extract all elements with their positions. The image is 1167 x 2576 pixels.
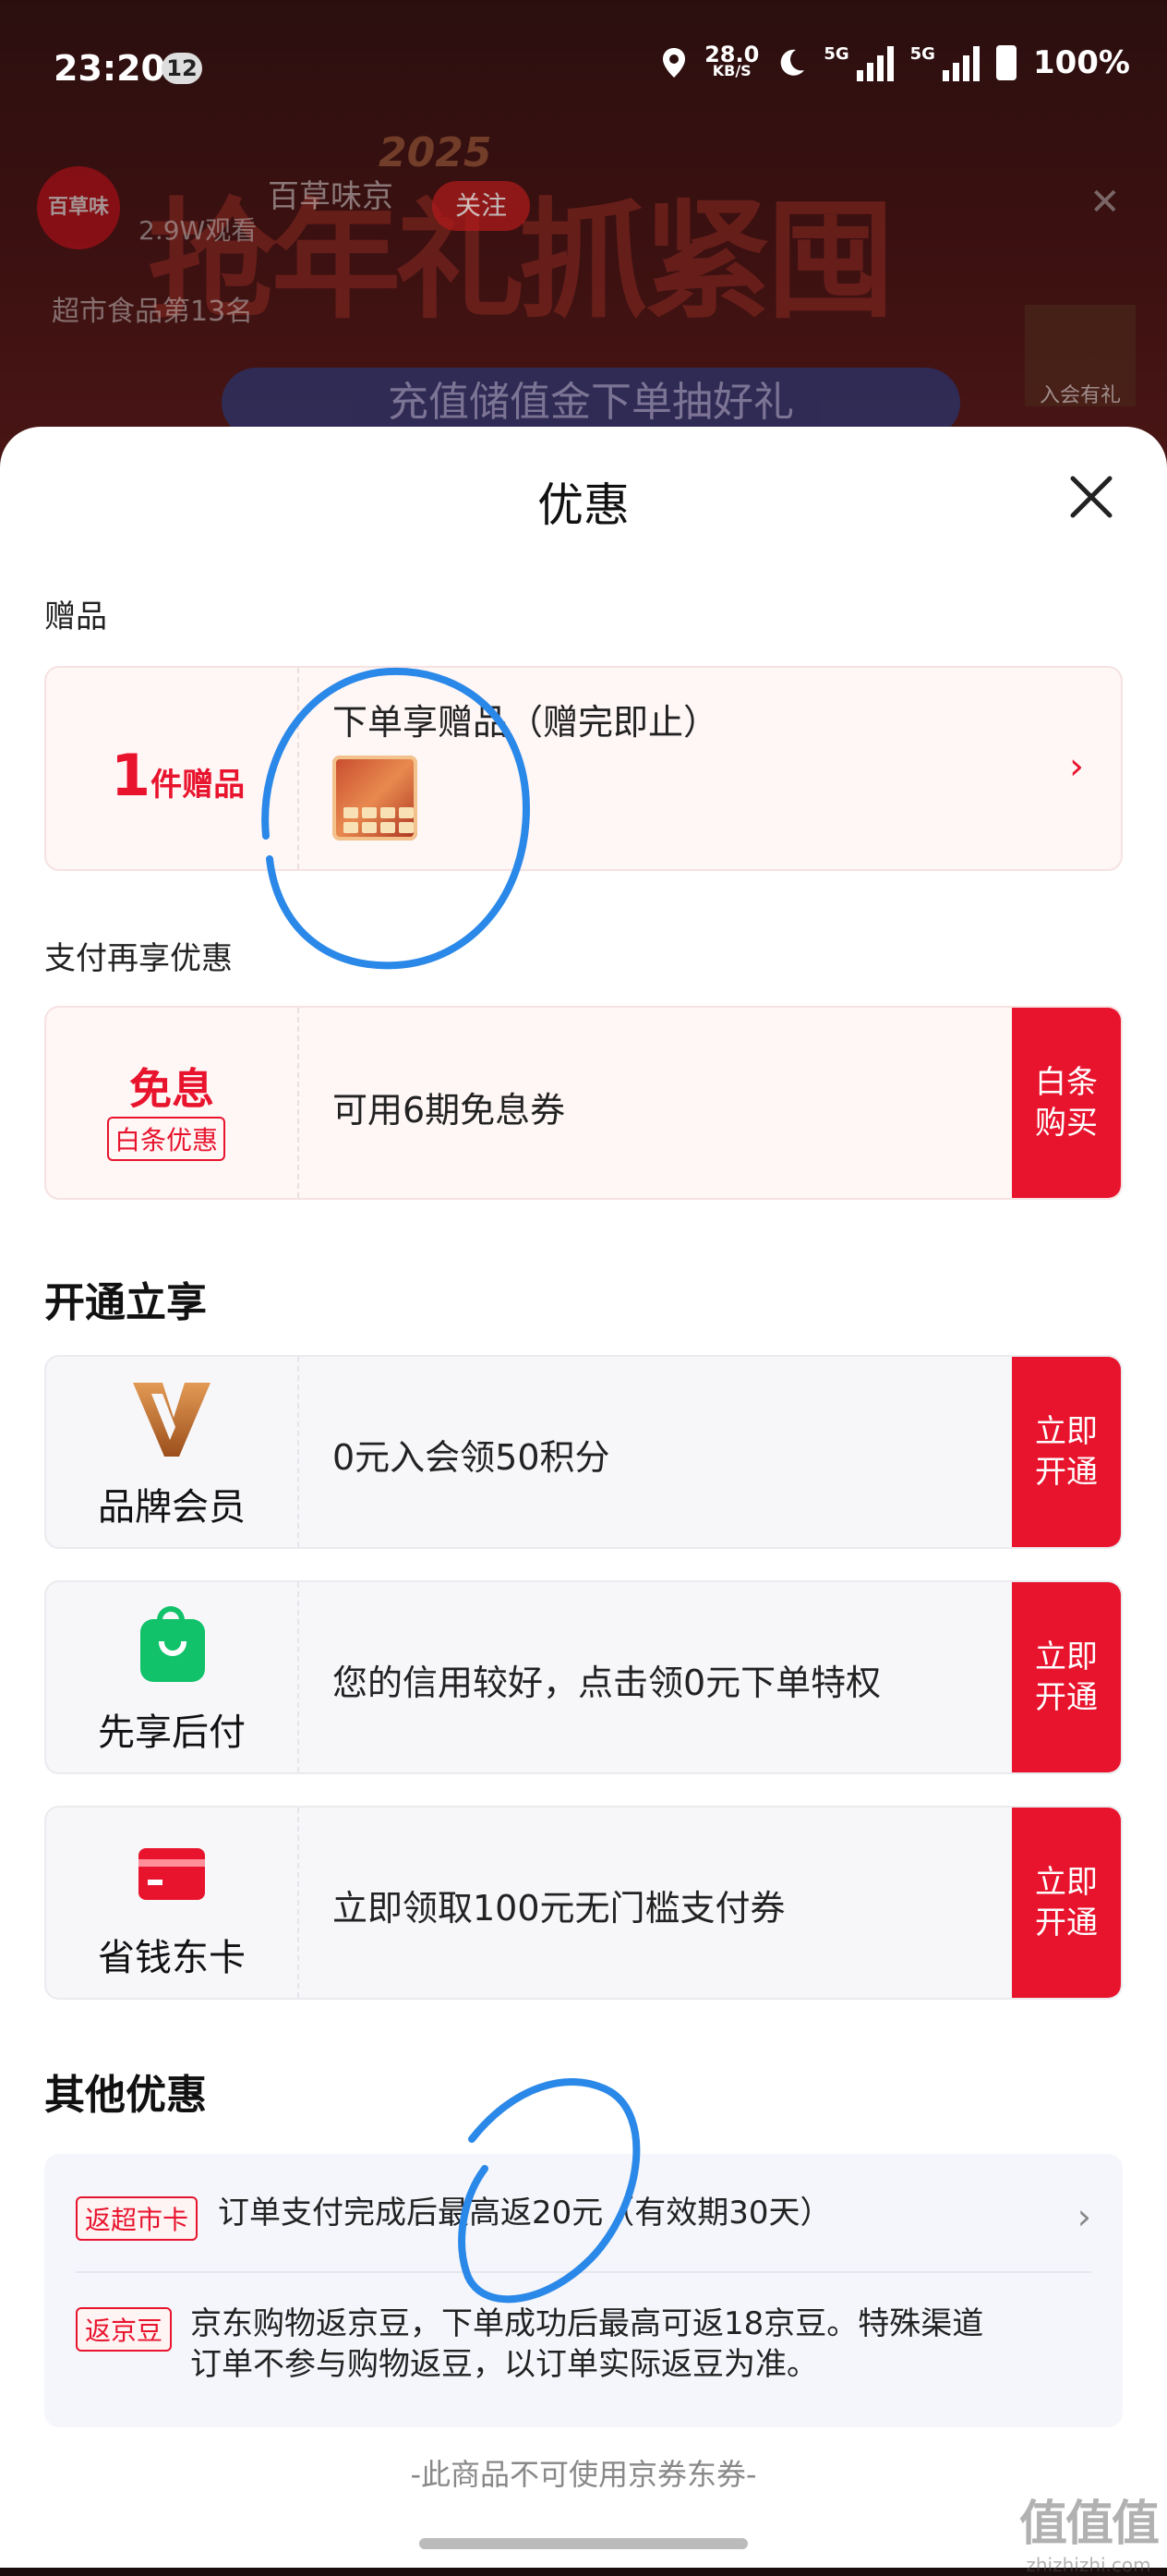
brand-member-cta-line2: 开通	[1035, 1454, 1098, 1491]
battery-icon	[995, 45, 1017, 80]
battery-percent: 100%	[1032, 44, 1130, 81]
baitiao-cta-line1: 白条	[1035, 1064, 1098, 1101]
brand-member-v-icon	[133, 1383, 211, 1457]
supermarket-card-tag: 返超市卡	[76, 2196, 199, 2241]
signal-bars-1-icon	[856, 44, 894, 81]
open-section-heading: 开通立享	[44, 1279, 207, 1326]
network-type-2: 5G	[909, 44, 935, 64]
brand-member-open-button[interactable]: 立即 开通	[1012, 1357, 1121, 1547]
bg-shop-name: 百草味京	[268, 178, 393, 215]
bg-follow-button: 关注	[432, 181, 530, 231]
location-icon	[663, 48, 686, 78]
background-page: 23:20 12 28.0 KB/S 5G 5G 100% 抢年礼抓紧囤 202…	[0, 0, 1167, 480]
brand-member-cta-line1: 立即	[1035, 1413, 1098, 1450]
gift-card-left: 1件赠品	[46, 668, 299, 869]
status-right-group: 28.0 KB/S 5G 5G 100%	[660, 42, 1130, 81]
status-bar: 23:20 12 28.0 KB/S 5G 5G 100%	[0, 0, 1167, 139]
save-card-left: 省钱东卡	[46, 1808, 299, 1998]
jingdou-text-line2: 订单不参与购物返豆，以订单实际返豆为准。	[190, 2346, 818, 2383]
pay-section-label: 支付再享优惠	[44, 940, 233, 977]
save-card-open-button[interactable]: 立即 开通	[1012, 1808, 1121, 1998]
brand-member-left: 品牌会员	[46, 1357, 299, 1547]
save-card-cta-line2: 开通	[1035, 1905, 1098, 1941]
network-type-1: 5G	[824, 44, 849, 64]
coupon-footnote: -此商品不可使用京券东券-	[410, 2457, 757, 2492]
pay-later-name: 先享后付	[98, 1711, 246, 1754]
row-divider	[76, 2271, 1091, 2273]
moon-icon	[780, 49, 805, 76]
notification-count-badge: 12	[162, 53, 202, 84]
pay-later-description: 您的信用较好，点击领0元下单特权	[332, 1663, 882, 1703]
baitiao-description: 可用6期免息券	[332, 1090, 566, 1131]
brand-member-name: 品牌会员	[98, 1486, 246, 1529]
shopping-bag-icon	[140, 1606, 205, 1682]
save-card-description: 立即领取100元无门槛支付券	[332, 1888, 786, 1929]
jingdou-tag: 返京豆	[76, 2307, 173, 2352]
bank-card-icon	[138, 1848, 205, 1900]
gift-count-label: 1件赠品	[111, 742, 245, 809]
close-icon[interactable]	[1060, 466, 1123, 528]
gift-description: 下单享赠品（赠完即止）	[332, 702, 719, 743]
signal-bars-2-icon	[942, 44, 980, 81]
other-section-heading: 其他优惠	[44, 2072, 207, 2119]
save-card-cta-line1: 立即	[1035, 1864, 1098, 1901]
pay-later-cta-line2: 开通	[1035, 1679, 1098, 1716]
pay-later-open-button[interactable]: 立即 开通	[1012, 1582, 1121, 1772]
bg-close-icon: ✕	[1089, 181, 1121, 224]
watermark-url: zhizhizhi.com	[1026, 2554, 1151, 2576]
baitiao-buy-button[interactable]: 白条 购买	[1012, 1008, 1121, 1198]
bg-member-badge: 入会有礼	[1025, 305, 1136, 407]
network-speed-unit: KB/S	[712, 62, 752, 79]
network-speed-value: 28.0	[704, 42, 760, 67]
status-time: 23:20	[54, 48, 165, 89]
brand-member-description: 0元入会领50积分	[332, 1437, 610, 1478]
bg-rank: 超市食品第13名	[52, 296, 254, 328]
jingdou-text-line1: 京东购物返京豆，下单成功后最高可返18京豆。特殊渠道	[190, 2305, 984, 2342]
gift-section-label: 赠品	[44, 599, 107, 635]
baitiao-card[interactable]: 免息 白条优惠 可用6期免息券 白条 购买	[44, 1006, 1123, 1200]
save-card-card[interactable]: 省钱东卡 立即领取100元无门槛支付券 立即 开通	[44, 1806, 1123, 2000]
gift-count: 1	[111, 742, 151, 809]
pay-later-cta-line1: 立即	[1035, 1639, 1098, 1675]
baitiao-tag: 白条优惠	[107, 1117, 226, 1161]
watermark-logo: 值值值	[1018, 2497, 1160, 2552]
baitiao-cta-line2: 购买	[1035, 1105, 1098, 1142]
gift-product-thumbnail[interactable]	[332, 756, 417, 841]
bg-brand-logo: 百草味	[37, 166, 120, 249]
jingdou-row: 返京豆 京东购物返京豆，下单成功后最高可返18京豆。特殊渠道 订单不参与购物返豆…	[76, 2304, 1091, 2400]
site-watermark: 值值值 zhizhizhi.com	[1018, 2485, 1160, 2576]
chevron-right-icon[interactable]: ›	[1069, 745, 1084, 788]
network-speed: 28.0 KB/S	[704, 42, 760, 79]
gift-card[interactable]: 1件赠品 下单享赠品（赠完即止） ›	[44, 666, 1123, 871]
other-discounts-box: 返超市卡 订单支付完成后最高返20元（有效期30天） › 返京豆 京东购物返京豆…	[44, 2154, 1123, 2427]
supermarket-card-row[interactable]: 返超市卡 订单支付完成后最高返20元（有效期30天） ›	[76, 2195, 1091, 2248]
bg-year: 2025	[379, 129, 492, 176]
jingdou-text: 京东购物返京豆，下单成功后最高可返18京豆。特殊渠道 订单不参与购物返豆，以订单…	[190, 2304, 983, 2385]
bg-viewers: 2.9W观看	[138, 215, 258, 246]
home-indicator[interactable]	[419, 2538, 748, 2549]
interest-free-title: 免息	[129, 1064, 214, 1114]
gift-unit: 件赠品	[150, 767, 246, 804]
pay-later-left: 先享后付	[46, 1582, 299, 1772]
sheet-title: 优惠	[537, 478, 630, 532]
brand-member-card[interactable]: 品牌会员 0元入会领50积分 立即 开通	[44, 1355, 1123, 1549]
supermarket-card-text: 订单支付完成后最高返20元（有效期30天）	[218, 2195, 832, 2231]
save-card-name: 省钱东卡	[98, 1937, 246, 1979]
pay-later-card[interactable]: 先享后付 您的信用较好，点击领0元下单特权 立即 开通	[44, 1580, 1123, 1774]
chevron-right-icon[interactable]: ›	[1077, 2196, 1091, 2237]
baitiao-card-left: 免息 白条优惠	[46, 1008, 299, 1198]
